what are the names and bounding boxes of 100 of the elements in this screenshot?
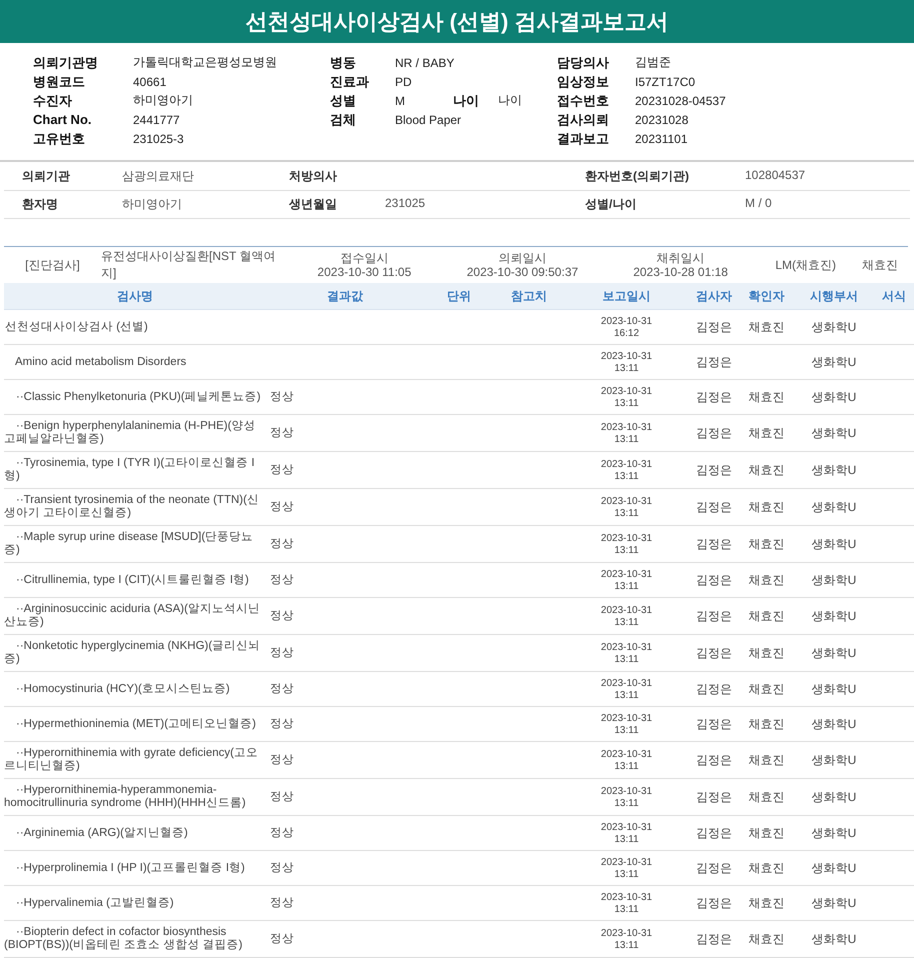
report-title: 선천성대사이상검사 (선별) 검사결과보고서 (246, 8, 668, 36)
field-value: I57ZT17C0 (635, 74, 696, 89)
field-label: 검체 (330, 110, 357, 129)
field-label: 병원코드 (33, 72, 86, 91)
result-value: 정상 (270, 718, 294, 730)
confirmer-name: 채효진 (748, 896, 784, 910)
field-value: 가톨릭대학교은평성모병원 (133, 54, 277, 72)
field-label: 검사의뢰 (557, 110, 610, 129)
tester-name: 김정은 (696, 390, 732, 404)
report-date: 2023-10-31 13:11 (600, 422, 652, 445)
column-header[interactable]: 단위 (424, 283, 494, 310)
report-date: 2023-10-31 13:11 (600, 569, 652, 592)
field-label: 담당의사 (557, 54, 610, 72)
test-name: 선천성대사이상검사 (선별) (5, 320, 148, 332)
report-date: 2023-10-31 13:11 (600, 459, 652, 482)
date-value: 2023-10-30 11:05 (317, 265, 412, 280)
test-name: ··Homocystinuria (HCY)(호모시스틴뇨증) (16, 682, 230, 694)
report-date: 2023-10-31 13:11 (600, 786, 652, 809)
report-date: 2023-10-31 13:11 (600, 386, 652, 409)
report-date: 2023-10-31 13:11 (600, 892, 652, 915)
field-value: 102804537 (745, 168, 806, 184)
confirmer-name: 채효진 (748, 790, 784, 804)
tester-name: 김정은 (696, 354, 732, 368)
report-date: 2023-10-31 13:11 (600, 822, 652, 845)
confirmer-name: 채효진 (748, 462, 784, 476)
report-date: 2023-10-31 13:11 (600, 713, 652, 736)
column-header[interactable]: 결과값 (266, 283, 424, 310)
field-value: 231025-3 (133, 132, 185, 146)
department: 생화학U (812, 572, 856, 586)
confirmer-name: 채효진 (748, 426, 784, 440)
field-label: 나이 (453, 92, 480, 110)
department: 생화학U (812, 752, 856, 766)
field-label: 의뢰기관 (22, 168, 71, 186)
column-header[interactable]: 검사자 (689, 283, 739, 310)
field-label: 병동 (330, 54, 357, 72)
test-name: ··Hypervalinemia (고발린혈증) (16, 896, 174, 908)
confirmer-name: 채효진 (748, 752, 784, 766)
column-header[interactable]: 확인자 (739, 283, 794, 310)
tester-name: 김정은 (696, 462, 732, 476)
test-name: ··Citrullinemia, type I (CIT)(시트룰린혈증 I형) (16, 574, 249, 586)
confirmer-name: 채효진 (748, 500, 784, 514)
test-name: Amino acid metabolism Disorders (15, 356, 186, 368)
tester-name: 김정은 (696, 608, 732, 622)
column-header[interactable]: 시행부서 (794, 283, 874, 310)
confirmer-name: 채효진 (748, 572, 784, 586)
result-value: 정상 (270, 390, 294, 402)
test-name: ··Argininosuccinic aciduria (ASA)(알지노석시닌산뇨증) (4, 603, 260, 628)
tester-name: 김정은 (696, 646, 732, 660)
test-name: ··Classic Phenylketonuria (PKU)(페닐케톤뇨증) (16, 390, 261, 402)
test-name: ··Maple syrup urine disease [MSUD](단풍당뇨증) (4, 531, 254, 556)
tester-name: 김정은 (696, 682, 732, 696)
result-value: 정상 (270, 464, 294, 476)
result-value: 정상 (270, 538, 294, 550)
field-label: 성별 (330, 92, 357, 110)
field-label: 성별/나이 (585, 196, 638, 214)
tester-name: 김정은 (696, 320, 732, 334)
department: 생화학U (812, 500, 856, 514)
field-value: Blood Paper (395, 112, 462, 127)
result-value: 정상 (270, 862, 294, 874)
tester-name: 김정은 (696, 500, 732, 514)
field-label: 결과보고 (557, 130, 610, 148)
tester-name: 김정은 (696, 716, 732, 730)
field-value: 김범준 (635, 54, 672, 72)
report-date: 2023-10-31 13:11 (600, 496, 652, 519)
report-date: 2023-10-31 13:11 (600, 605, 652, 628)
result-value: 정상 (270, 932, 294, 944)
confirmer-name: 채효진 (748, 682, 784, 696)
confirmer-name: 채효진 (748, 716, 784, 730)
result-value: 정상 (270, 426, 294, 438)
field-value: 2441777 (133, 112, 181, 127)
column-header[interactable]: 검사명 (4, 283, 266, 310)
department: 생화학U (812, 354, 856, 368)
field-value: 나이 (498, 92, 523, 110)
department: 생화학U (812, 390, 856, 404)
report-date: 2023-10-31 13:11 (600, 678, 652, 701)
field-value: 삼광의료재단 (122, 168, 194, 186)
report-date: 2023-10-31 13:11 (600, 928, 652, 951)
result-value: 정상 (270, 682, 294, 694)
result-value: 정상 (270, 646, 294, 658)
column-header[interactable]: 보고일시 (564, 283, 689, 310)
column-header[interactable]: 서식 (874, 283, 914, 310)
field-value: NR / BABY (395, 56, 454, 70)
department: 생화학U (812, 790, 856, 804)
field-label: 의뢰기관명 (33, 54, 99, 72)
confirmer-name: 채효진 (748, 646, 784, 660)
field-label: 생년월일 (289, 196, 338, 214)
department: 생화학U (812, 608, 856, 622)
department: 생화학U (812, 716, 856, 730)
report-date: 2023-10-31 13:11 (600, 642, 652, 665)
department: 생화학U (812, 320, 856, 334)
column-header[interactable]: 참고치 (494, 283, 564, 310)
department: 생화학U (812, 462, 856, 476)
test-name: ··Tyrosinemia, type I (TYR I)(고타이로신혈증 I형) (4, 457, 255, 482)
report-date: 2023-10-31 13:11 (600, 351, 652, 374)
field-value: M (395, 94, 406, 108)
test-name: ··Transient tyrosinemia of the neonate (TTN)(신생아기 고타이로신혈증) (4, 494, 259, 519)
confirmer-name: 채효진 (748, 860, 784, 874)
date-label: 의뢰일시 (498, 251, 546, 266)
confirmer-name: 채효진 (748, 932, 784, 946)
tester-name: 김정은 (696, 572, 732, 586)
